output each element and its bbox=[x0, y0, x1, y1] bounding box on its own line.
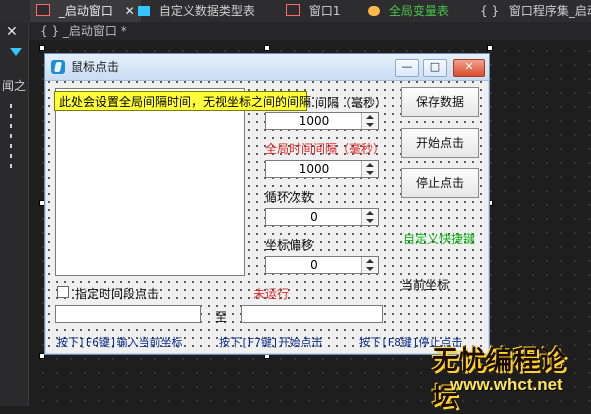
interval-value[interactable]: 1000 bbox=[266, 113, 362, 129]
start-click-button[interactable]: 开始点击 bbox=[401, 128, 479, 158]
minimize-button[interactable]: — bbox=[395, 59, 419, 77]
left-rail-text: 闻之 bbox=[2, 79, 27, 93]
tab-label: _启动窗口 bbox=[58, 4, 113, 18]
hint-f7: 按下[F7键]开始点击 bbox=[219, 336, 323, 349]
custom-hotkey-label[interactable]: 自定义快捷键 bbox=[403, 230, 475, 247]
end-time-input[interactable] bbox=[241, 305, 383, 323]
time-range-checkbox[interactable] bbox=[57, 286, 69, 298]
left-toolbox-rail: ✕ 闻之 bbox=[0, 22, 29, 406]
tab-custom-types[interactable]: 自定义数据类型表 bbox=[138, 0, 255, 22]
watermark-url: www.whct.net bbox=[450, 375, 563, 394]
spinner-arrows-icon[interactable] bbox=[361, 209, 378, 225]
global-interval-value[interactable]: 1000 bbox=[266, 161, 362, 177]
global-interval-label: 全局时间间隔（毫秒） bbox=[265, 142, 386, 156]
tab-program-set[interactable]: { } 窗口程序集_启动窗 bbox=[480, 0, 591, 22]
loop-count-spinner[interactable]: 0 bbox=[265, 208, 379, 226]
loop-count-value[interactable]: 0 bbox=[266, 209, 362, 225]
mouse-click-window: 鼠标点击 — □ ✕ 此处会设置全局间隔时间，无视坐标之间的间隔 间隔（毫秒） … bbox=[44, 53, 490, 355]
stop-click-button[interactable]: 停止点击 bbox=[401, 168, 479, 198]
tab-start-window[interactable]: _启动窗口 ✕ bbox=[30, 0, 141, 22]
status-label: 未运行 bbox=[253, 287, 290, 301]
rail-divider bbox=[10, 104, 12, 174]
selection-handle[interactable] bbox=[39, 45, 45, 51]
close-button[interactable]: ✕ bbox=[453, 59, 485, 77]
tooltip: 此处会设置全局间隔时间，无视坐标之间的间隔 bbox=[54, 91, 311, 111]
window-title: 鼠标点击 bbox=[71, 60, 120, 74]
table-icon bbox=[138, 6, 150, 16]
start-time-input[interactable] bbox=[55, 305, 201, 323]
spinner-arrows-icon[interactable] bbox=[361, 257, 378, 273]
close-icon[interactable]: ✕ bbox=[6, 24, 18, 40]
coord-offset-value[interactable]: 0 bbox=[266, 257, 362, 273]
spinner-arrows-icon[interactable] bbox=[361, 161, 378, 177]
spinner-arrows-icon[interactable] bbox=[361, 113, 378, 129]
current-coords-label: 当前坐标 bbox=[401, 278, 450, 292]
time-range-label: 指定时间段点击 bbox=[75, 287, 160, 301]
editor-tab-bar: _启动窗口 ✕ 自定义数据类型表 窗口1 全局变量表 { } 窗口程序集_启动窗 bbox=[0, 0, 591, 22]
tab-label: 全局变量表 bbox=[388, 4, 449, 18]
app-icon bbox=[51, 60, 65, 74]
form-icon bbox=[36, 4, 50, 16]
tab-window1[interactable]: 窗口1 bbox=[286, 0, 340, 22]
coord-offset-label: 坐标偏移 bbox=[265, 238, 314, 252]
hint-f6: 按下[F6键]输入当前坐标 bbox=[57, 336, 183, 349]
window-titlebar: 鼠标点击 — □ ✕ bbox=[45, 54, 489, 81]
form-icon bbox=[286, 4, 300, 16]
tab-label: 自定义数据类型表 bbox=[158, 4, 255, 18]
dropdown-arrow-icon[interactable] bbox=[10, 48, 22, 56]
coord-offset-spinner[interactable]: 0 bbox=[265, 256, 379, 274]
to-label: 至 bbox=[215, 310, 228, 324]
interval-spinner[interactable]: 1000 bbox=[265, 112, 379, 130]
interval-label: 间隔（毫秒） bbox=[315, 96, 388, 110]
selection-handle[interactable] bbox=[487, 45, 493, 51]
tab-label: 窗口程序集_启动窗 bbox=[508, 4, 591, 18]
selection-handle[interactable] bbox=[264, 45, 270, 51]
tab-global-vars[interactable]: 全局变量表 bbox=[368, 0, 449, 22]
tab-label: 窗口1 bbox=[308, 4, 341, 18]
save-data-button[interactable]: 保存数据 bbox=[401, 87, 479, 117]
maximize-button[interactable]: □ bbox=[423, 59, 447, 77]
global-interval-spinner[interactable]: 1000 bbox=[265, 160, 379, 178]
close-icon[interactable]: ✕ bbox=[125, 4, 135, 18]
globe-icon bbox=[368, 6, 380, 16]
loop-count-label: 循环次数 bbox=[265, 190, 314, 204]
breadcrumb: { } _启动窗口 * bbox=[40, 24, 127, 38]
coords-listbox[interactable] bbox=[55, 88, 245, 276]
braces-icon: { } bbox=[480, 4, 500, 18]
